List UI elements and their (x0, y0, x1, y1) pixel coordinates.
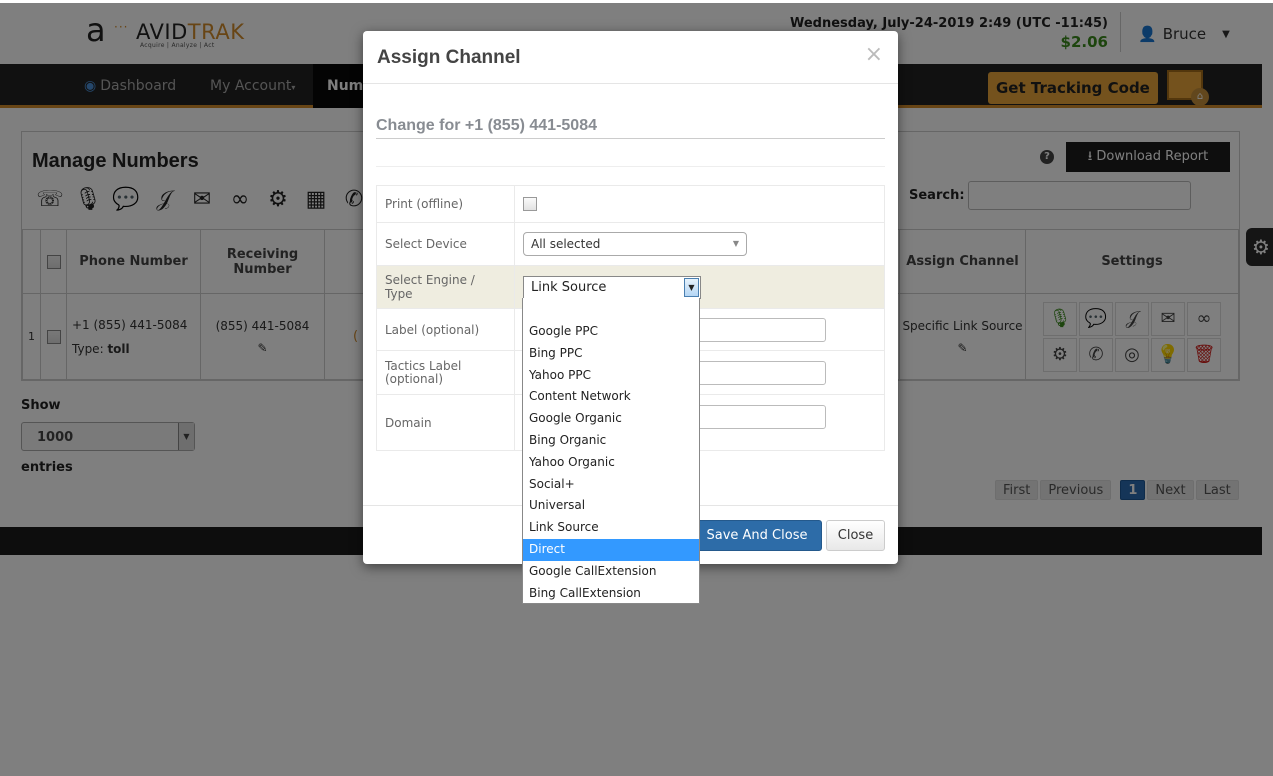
dropdown-option[interactable]: Google Organic (523, 408, 699, 430)
window-top-edge (0, 0, 1273, 3)
dropdown-option[interactable]: Google CallExtension (523, 561, 699, 583)
change-for-heading: Change for +1 (855) 441-5084 (376, 117, 597, 134)
engine-dropdown-list: Google PPC Bing PPC Yahoo PPC Content Netwo… (522, 298, 700, 604)
device-label: Select Device (376, 222, 515, 266)
divider (376, 138, 885, 139)
print-cell (514, 185, 885, 223)
print-offline-checkbox[interactable] (523, 197, 537, 212)
domain-label: Domain (376, 394, 515, 451)
dropdown-option[interactable]: Content Network (523, 386, 699, 408)
divider (363, 83, 898, 84)
engine-value: Link Source (531, 279, 607, 295)
modal-title: Assign Channel (377, 47, 521, 68)
dropdown-option[interactable]: Social+ (523, 474, 699, 496)
device-cell: All selected ▼ (514, 222, 885, 266)
dropdown-option[interactable]: Direct (523, 538, 699, 561)
dropdown-option[interactable]: Bing PPC (523, 343, 699, 365)
dropdown-option[interactable]: Universal (523, 495, 699, 517)
label-label: Label (optional) (376, 308, 515, 351)
dropdown-option[interactable]: Bing CallExtension (523, 583, 699, 605)
dropdown-option[interactable]: Yahoo Organic (523, 452, 699, 474)
caret-down-icon: ▼ (732, 239, 739, 248)
dropdown-option[interactable]: Bing Organic (523, 430, 699, 452)
divider (376, 166, 885, 167)
dropdown-option-blank[interactable] (523, 298, 699, 321)
dropdown-option[interactable]: Google PPC (523, 321, 699, 343)
print-label: Print (offline) (376, 185, 515, 223)
caret-down-icon[interactable]: ▼ (684, 277, 699, 297)
select-device-dropdown[interactable]: All selected ▼ (523, 232, 747, 256)
close-icon[interactable]: × (865, 42, 883, 67)
dropdown-option[interactable]: Link Source (523, 517, 699, 539)
form-row-print: Print (offline) (376, 185, 885, 223)
tactics-label: Tactics Label (optional) (376, 350, 515, 395)
close-button[interactable]: Close (826, 520, 885, 551)
engine-label: Select Engine / Type (376, 265, 515, 309)
device-value: All selected (531, 237, 601, 251)
dropdown-option[interactable]: Yahoo PPC (523, 365, 699, 387)
save-and-close-button[interactable]: Save And Close (692, 520, 822, 551)
select-engine-dropdown[interactable]: Link Source ▼ (523, 275, 701, 299)
form-row-device: Select Device All selected ▼ (376, 222, 885, 266)
